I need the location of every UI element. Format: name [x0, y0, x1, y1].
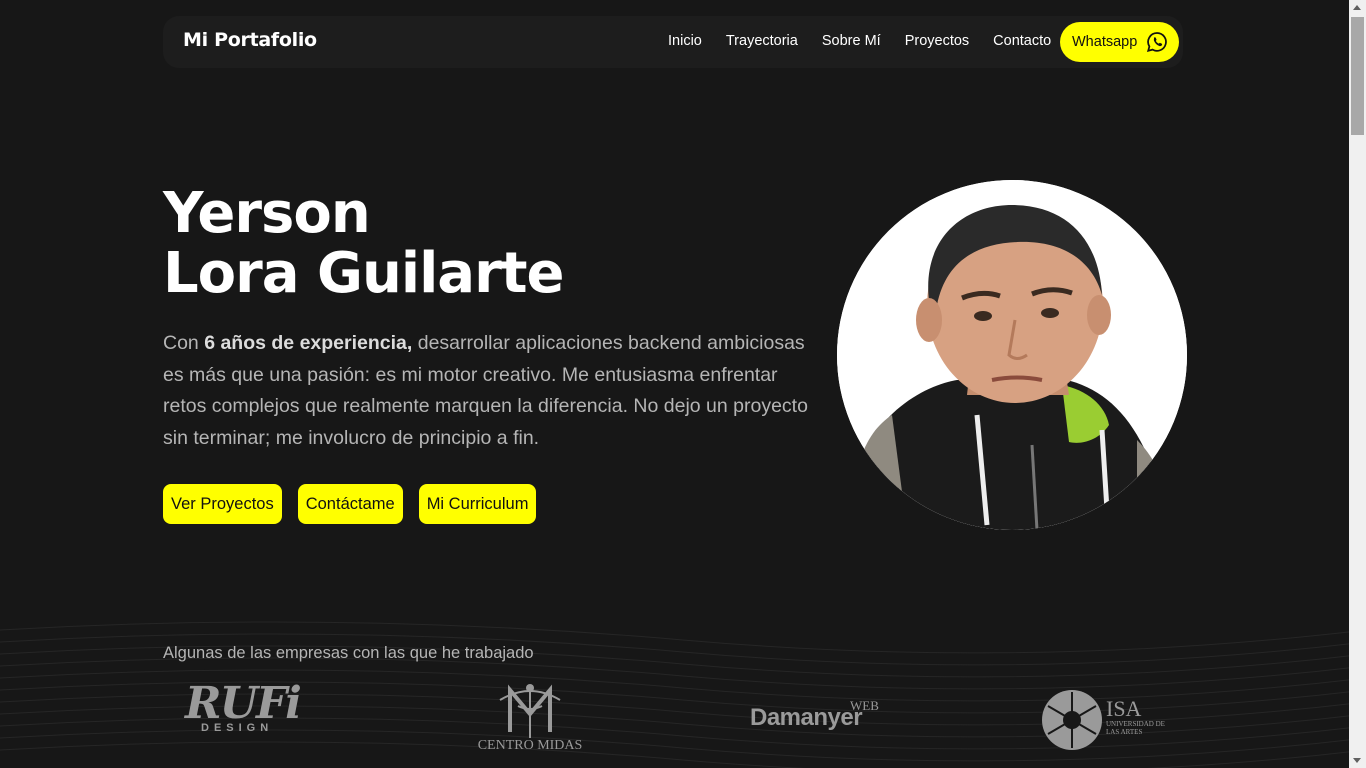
nav-links: Inicio Trayectoria Sobre Mí Proyectos Co… — [668, 33, 1051, 49]
whatsapp-button[interactable]: Whatsapp — [1060, 22, 1179, 62]
mi-curriculum-button[interactable]: Mi Curriculum — [418, 484, 537, 524]
logo-isa-sub: UNIVERSIDAD DE LAS ARTES — [1106, 720, 1165, 736]
nav-link-contacto[interactable]: Contacto — [993, 33, 1051, 49]
logo-centro-midas-text: CENTRO MIDAS — [477, 738, 583, 753]
profile-photo-illustration — [837, 180, 1187, 530]
navbar: Mi Portafolio Inicio Trayectoria Sobre M… — [163, 16, 1183, 68]
hero-name: Yerson Lora Guilarte — [163, 181, 564, 306]
logo-rufi-design: RUFi DESIGN — [185, 678, 302, 760]
hero-name-line1: Yerson — [163, 181, 371, 246]
scroll-thumb[interactable] — [1351, 17, 1364, 135]
logo-centro-midas: CENTRO MIDAS — [470, 682, 590, 762]
scroll-up-arrow-icon[interactable] — [1353, 5, 1361, 10]
centro-midas-emblem — [499, 684, 561, 738]
portfolio-page: Mi Portafolio Inicio Trayectoria Sobre M… — [0, 0, 1366, 768]
companies-title: Algunas de las empresas con las que he t… — [163, 644, 534, 662]
logo-isa: ISA UNIVERSIDAD DE LAS ARTES — [1040, 688, 1180, 768]
hero-desc-highlight: 6 años de experiencia, — [204, 332, 413, 354]
scroll-down-arrow-icon[interactable] — [1353, 758, 1361, 763]
nav-link-inicio[interactable]: Inicio — [668, 33, 702, 49]
hero-description: Con 6 años de experiencia, desarrollar a… — [163, 328, 813, 454]
profile-photo — [837, 180, 1187, 530]
whatsapp-button-label: Whatsapp — [1072, 34, 1138, 50]
nav-link-trayectoria[interactable]: Trayectoria — [726, 33, 798, 49]
logo-isa-text: ISA — [1106, 696, 1142, 721]
hero-desc-prefix: Con — [163, 332, 205, 354]
companies-section: Algunas de las empresas con las que he t… — [0, 620, 1366, 768]
logo-rufi-text: RUFi — [185, 678, 302, 729]
contactame-button[interactable]: Contáctame — [297, 484, 403, 524]
logo-damanyer-web: Damanyer WEB — [750, 698, 890, 768]
logo-damanyer-sub: WEB — [850, 698, 879, 713]
nav-link-sobre-mi[interactable]: Sobre Mí — [822, 33, 881, 49]
ver-proyectos-button[interactable]: Ver Proyectos — [163, 484, 282, 524]
hero-name-line2: Lora Guilarte — [163, 241, 564, 306]
logo-damanyer-text: Damanyer — [750, 704, 863, 731]
nav-link-proyectos[interactable]: Proyectos — [905, 33, 969, 49]
hero-buttons: Ver Proyectos Contáctame Mi Curriculum — [163, 484, 537, 524]
brand-logo[interactable]: Mi Portafolio — [183, 29, 317, 51]
isa-emblem — [1042, 690, 1102, 750]
whatsapp-icon — [1147, 32, 1168, 53]
page-scrollbar[interactable] — [1349, 0, 1366, 768]
